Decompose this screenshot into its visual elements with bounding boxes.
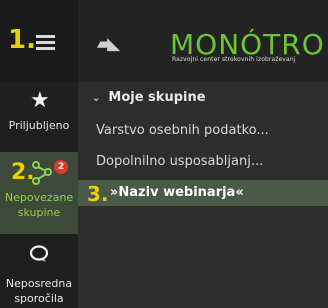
- brand-tagline: Razvojni center strokovnih izobraževanj: [172, 56, 296, 63]
- hamburger-icon[interactable]: [36, 35, 55, 53]
- step-marker-1: 1.: [8, 25, 36, 55]
- sidebar-item-label: Nepovezane skupine: [0, 190, 78, 220]
- section-header[interactable]: ⌄ Moje skupine: [92, 90, 206, 105]
- group-item[interactable]: Varstvo osebnih podatko...: [78, 118, 328, 144]
- label-line: sporočila: [14, 292, 64, 305]
- chat-bubble-icon: [29, 245, 49, 262]
- ms-teams-icon[interactable]: ▰◣: [97, 34, 120, 54]
- label-line: skupine: [17, 206, 61, 219]
- sidebar: ★ Priljubljeno 2. 2 Nepovezane skupine N…: [0, 82, 78, 308]
- section-title: Moje skupine: [108, 90, 206, 105]
- brand-logo: MONÓTRO Razvojni center strokovnih izobr…: [162, 22, 328, 70]
- groups-panel: ⌄ Moje skupine Varstvo osebnih podatko...…: [78, 82, 328, 308]
- nodes-icon: [32, 161, 52, 185]
- label-line: Neposredna: [5, 277, 73, 290]
- sidebar-item-messages[interactable]: Neposredna sporočila: [0, 234, 78, 308]
- top-bar: 1. ▰◣ MONÓTRO Razvojni center strokovnih…: [0, 0, 328, 82]
- sidebar-item-label: Priljubljeno: [8, 119, 70, 132]
- group-item[interactable]: Dopolnilno usposabljanj...: [78, 149, 328, 175]
- unread-badge: 2: [54, 160, 68, 174]
- sidebar-item-groups[interactable]: 2. 2 Nepovezane skupine: [0, 152, 78, 234]
- group-item-label: Varstvo osebnih podatko...: [96, 123, 269, 138]
- sidebar-item-label: Neposredna sporočila: [0, 276, 78, 306]
- group-item-label: »Naziv webinarja«: [110, 185, 244, 200]
- menu-cell[interactable]: 1.: [0, 0, 78, 82]
- star-icon: ★: [30, 88, 50, 113]
- label-line: Nepovezane: [4, 191, 74, 204]
- chevron-down-icon: ⌄: [92, 93, 101, 104]
- group-item-label: Dopolnilno usposabljanj...: [96, 154, 264, 169]
- sidebar-item-favorites[interactable]: ★ Priljubljeno: [0, 82, 78, 152]
- step-marker-3: 3.: [87, 182, 109, 206]
- group-item-selected[interactable]: 3. »Naziv webinarja«: [78, 180, 328, 206]
